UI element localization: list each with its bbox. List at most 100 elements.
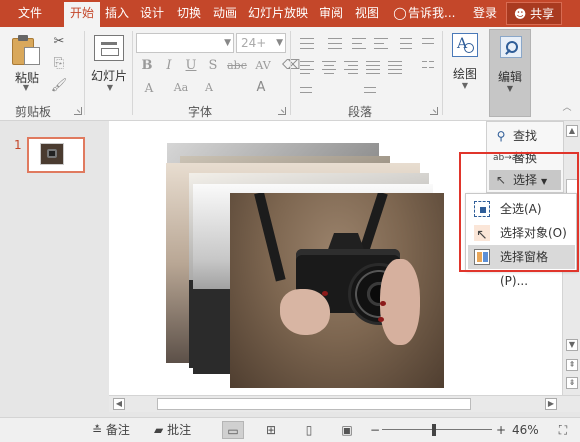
chevron-down-icon[interactable]: ▼ [16,83,36,92]
shrink-font-button[interactable]: A [200,79,218,97]
selection-pane-item[interactable]: 选择窗格(P)... [468,245,575,288]
group-separator [290,31,291,115]
comment-icon: ▰ [154,423,164,437]
font-group-label: 字体 [187,105,212,119]
tab-view[interactable]: 视图 [350,0,384,27]
previous-slide-icon[interactable]: ⇞ [566,359,578,371]
comments-button[interactable]: ▰ 批注 [154,418,191,442]
select-objects-icon [474,223,490,247]
scroll-left-icon[interactable]: ◀ [113,398,125,410]
camera-thumbnail-image [40,143,64,165]
share-button[interactable]: ☻ 共享 [506,2,562,25]
select-label: 选择 [513,173,538,187]
decrease-indent-icon[interactable] [350,35,368,51]
increase-indent-icon[interactable] [372,35,390,51]
select-all-label: 全选(A) [500,202,542,216]
tab-insert[interactable]: 插入 [101,0,133,27]
slide-thumbnail[interactable] [27,137,85,173]
zoom-level[interactable]: 46% [512,418,539,442]
slideshow-icon[interactable]: ▣ [336,421,358,439]
notes-button[interactable]: ≛ 备注 [92,418,130,442]
select-button[interactable]: ↖ 选择 ▼ [489,170,561,190]
drawing-button[interactable]: 绘图 [446,65,484,82]
scroll-down-icon[interactable]: ▼ [566,339,578,351]
clipboard-launcher-icon[interactable] [74,107,82,115]
align-left-icon[interactable] [298,59,316,75]
paragraph-launcher-icon[interactable] [430,107,438,115]
tab-transitions[interactable]: 切换 [172,0,206,27]
numbering-icon[interactable] [326,35,344,51]
tell-me-text: 告诉我... [408,6,456,20]
font-size-box[interactable]: 24+ ▼ [236,33,286,53]
underline-button[interactable]: U [182,57,200,75]
bullets-icon[interactable] [298,35,316,51]
select-all-item[interactable]: 全选(A) [468,197,575,221]
selection-pane-icon [474,249,490,265]
tab-slideshow[interactable]: 幻灯片放映 [244,0,312,27]
smartart-icon[interactable] [362,83,380,99]
ribbon: 粘贴 ▼ ✂ ⎘ 🖌 剪贴板 幻灯片 ▼ ▼ 24+ ▼ B I U S abc … [0,27,580,121]
italic-button[interactable]: I [160,57,178,75]
editing-button[interactable]: 编辑 ▼ [489,29,531,117]
change-case-button[interactable]: Aa [170,79,192,97]
horizontal-scroll-thumb[interactable] [157,398,471,410]
tab-design[interactable]: 设计 [135,0,169,27]
chevron-down-icon: ▼ [506,84,514,93]
font-launcher-icon[interactable] [278,107,286,115]
text-direction-icon[interactable] [420,35,438,51]
tell-me-box[interactable]: ◯告诉我... [392,0,455,27]
login-button[interactable]: 登录 [468,0,502,27]
grow-font-button[interactable]: A [138,79,160,97]
new-slide-icon[interactable] [94,35,124,61]
align-right-icon[interactable] [342,59,360,75]
paste-icon[interactable] [12,35,42,67]
distributed-icon[interactable] [386,59,404,75]
notes-label: 备注 [105,423,130,437]
copy-icon[interactable]: ⎘ [50,55,68,73]
font-name-box[interactable]: ▼ [136,33,234,53]
fit-slide-icon[interactable]: ⛶ [552,421,574,439]
tab-animations[interactable]: 动画 [208,0,242,27]
font-color-icon[interactable]: A [252,79,270,97]
tab-file[interactable]: 文件 [8,0,52,27]
shadow-button[interactable]: S [204,57,222,75]
drawing-icon[interactable] [452,33,478,57]
camera-photo[interactable] [230,193,444,388]
align-text-icon[interactable] [298,83,316,99]
bold-button[interactable]: B [138,57,156,75]
find-button[interactable]: ⚲ 查找 [489,126,561,146]
chevron-down-icon[interactable]: ▼ [455,81,475,90]
select-objects-item[interactable]: 选择对象(O) [468,221,575,247]
zoom-slider-handle[interactable] [432,424,436,436]
zoom-in-button[interactable]: + [496,418,506,442]
tab-home[interactable]: 开始 [64,2,100,27]
cut-icon[interactable]: ✂ [50,33,68,51]
chevron-down-icon[interactable]: ▼ [100,83,120,92]
collapse-ribbon-icon[interactable]: ︿ [558,99,576,117]
format-painter-icon[interactable]: 🖌 [50,77,68,95]
slide-sorter-icon[interactable]: ⊞ [260,421,282,439]
justify-icon[interactable] [364,59,382,75]
align-center-icon[interactable] [320,59,338,75]
next-slide-icon[interactable]: ⇟ [566,377,578,389]
scroll-up-icon[interactable]: ▲ [566,125,578,137]
comments-label: 批注 [167,423,192,437]
zoom-out-button[interactable]: − [370,418,380,442]
columns-icon[interactable] [420,59,438,75]
notes-icon: ≛ [92,423,103,437]
line-spacing-icon[interactable] [398,35,416,51]
zoom-slider[interactable] [382,429,492,430]
lightbulb-icon: ◯ [393,6,407,20]
font-size-value: 24+ [241,36,267,50]
strikethrough-button[interactable]: abc [226,57,248,75]
editing-label: 编辑 [497,70,522,84]
chevron-down-icon: ▼ [541,177,548,186]
normal-view-icon[interactable]: ▭ [222,421,244,439]
tab-review[interactable]: 审阅 [314,0,348,27]
replace-button[interactable]: ab→ac 替换 [489,148,561,168]
scroll-right-icon[interactable]: ▶ [545,398,557,410]
new-slide-button[interactable]: 幻灯片 [86,67,132,84]
char-spacing-button[interactable]: AV [252,57,274,75]
reading-view-icon[interactable]: ▯ [298,421,320,439]
horizontal-scrollbar[interactable]: ◀ ▶ [109,395,580,412]
